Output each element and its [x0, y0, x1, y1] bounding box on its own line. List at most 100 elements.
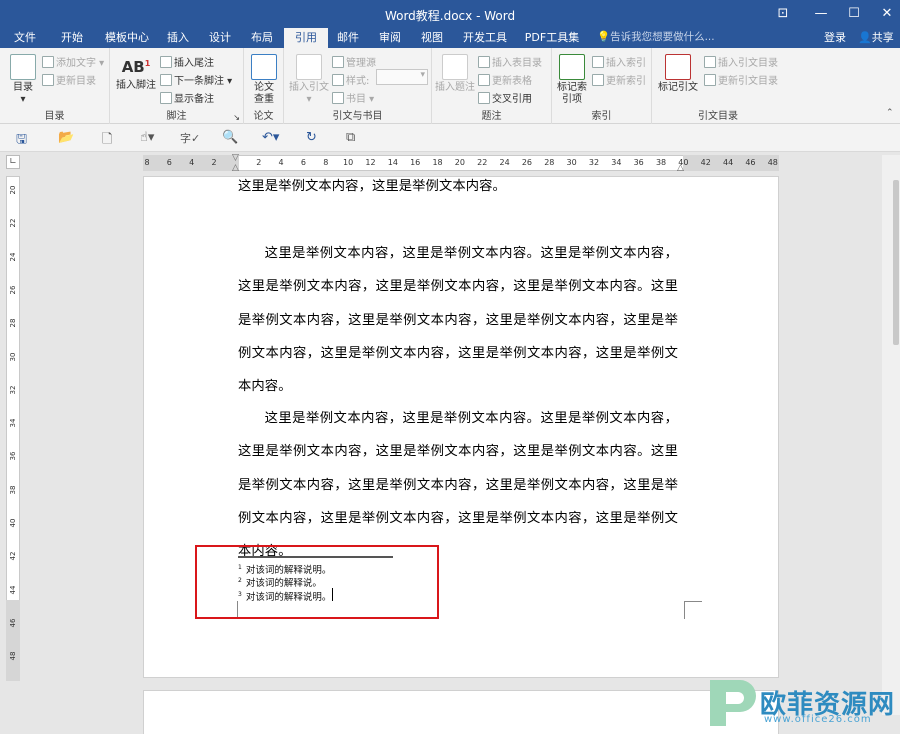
horizontal-ruler-ticks: 8 6 4 2 2 4 6 8 10 12 14 16 18 20 22 24 26 28 30 32 34 36 38 40…	[0, 155, 900, 171]
style-icon	[332, 74, 344, 86]
insert-index-button[interactable]: 插入索引	[592, 54, 646, 69]
tab-view[interactable]: 视图	[414, 28, 450, 48]
vertical-ruler-tick-label: 46	[9, 618, 17, 628]
tab-review[interactable]: 审阅	[372, 28, 408, 48]
vertical-ruler-tick-label: 36	[9, 451, 17, 461]
paragraph-2[interactable]: 这里是举例文本内容，这里是举例文本内容。这里是举例文本内容，这里是举例文本内容，…	[238, 402, 678, 568]
insert-citation-button[interactable]: 插入引文 ▾	[288, 54, 330, 106]
minimize-button[interactable]: —	[810, 4, 832, 24]
insert-caption-button[interactable]: 插入题注	[434, 54, 476, 94]
update-toc-button[interactable]: 更新目录	[42, 72, 96, 87]
cross-reference-button[interactable]: 交叉引用	[478, 90, 532, 105]
paragraph-1[interactable]: 这里是举例文本内容，这里是举例文本内容。这里是举例文本内容，这里是举例文本内容，…	[238, 237, 678, 403]
open-folder-icon[interactable]: 📂	[58, 130, 74, 145]
update-toa-button[interactable]: 更新引文目录	[704, 72, 778, 87]
vertical-ruler-tick-label: 48	[9, 651, 17, 661]
mark-entry-button[interactable]: 标记索引项	[554, 54, 590, 106]
ribbon-display-options-icon[interactable]: ⊡	[772, 4, 794, 24]
mark-citation-button[interactable]: 标记引文	[656, 54, 700, 94]
tab-layout[interactable]: 布局	[244, 28, 280, 48]
research-group-label: 论文	[253, 111, 274, 122]
ruler-tick-label: 48	[767, 158, 778, 167]
tab-developer[interactable]: 开发工具	[458, 28, 512, 48]
print-preview-icon[interactable]: 🔍	[222, 130, 238, 145]
vertical-ruler-tick-label: 22	[9, 218, 17, 228]
vertical-ruler-tick-label: 34	[9, 418, 17, 428]
login-link[interactable]: 登录	[824, 28, 846, 48]
tab-mailings[interactable]: 邮件	[330, 28, 366, 48]
first-line-indent-marker[interactable]: ▽	[232, 153, 239, 163]
tab-design[interactable]: 设计	[202, 28, 238, 48]
insert-endnote-label: 插入尾注	[174, 58, 214, 69]
ruler-tick-label: 30	[566, 158, 577, 167]
spelling-check-icon[interactable]: 字✓	[180, 130, 200, 146]
tell-me-search[interactable]: 💡告诉我您想要做什么...	[597, 28, 715, 48]
share-label: 共享	[871, 31, 894, 44]
cross-reference-icon	[478, 92, 490, 104]
update-index-button[interactable]: 更新索引	[592, 72, 646, 87]
new-document-icon[interactable]: 🗋	[102, 130, 112, 152]
next-footnote-button[interactable]: 下一条脚注 ▾	[160, 72, 232, 87]
tab-insert[interactable]: 插入	[160, 28, 196, 48]
vertical-ruler-tick-label: 42	[9, 551, 17, 561]
cross-reference-label: 交叉引用	[492, 94, 532, 105]
ruler-tick-label: 12	[365, 158, 376, 167]
table-of-figures-icon	[478, 56, 490, 68]
manage-sources-button[interactable]: 管理源	[332, 54, 376, 69]
ruler-tick-label: 46	[745, 158, 756, 167]
magnifier-document-icon	[251, 54, 277, 80]
ruler-tick-label: 24	[499, 158, 510, 167]
add-text-button[interactable]: 添加文字 ▾	[42, 54, 104, 69]
touch-mode-icon[interactable]: ☝▾	[140, 130, 154, 145]
ribbon-tab-bar: 文件 开始 模板中心 插入 设计 布局 引用 邮件 审阅 视图 开发工具 PDF…	[0, 28, 900, 49]
tab-pdf-tools[interactable]: PDF工具集	[520, 28, 584, 48]
toc-group: 目录 ▾ 添加文字 ▾ 更新目录 目录	[0, 48, 110, 124]
insert-endnote-button[interactable]: 插入尾注	[160, 54, 214, 69]
footnotes-group-label: 脚注	[166, 111, 187, 122]
paper-check-button[interactable]: 论文查重	[248, 54, 280, 106]
manage-sources-icon	[332, 56, 344, 68]
insert-table-of-figures-label: 插入表目录	[492, 58, 542, 69]
toc-button[interactable]: 目录 ▾	[6, 54, 40, 106]
toa-group: 标记引文 插入引文目录 更新引文目录 引文目录	[652, 48, 784, 124]
insert-toa-button[interactable]: 插入引文目录	[704, 54, 778, 69]
tab-file[interactable]: 文件	[6, 28, 44, 48]
redo-icon[interactable]: ↻	[306, 130, 317, 145]
undo-icon[interactable]: ↶▾	[262, 130, 279, 145]
tab-references[interactable]: 引用	[284, 28, 328, 49]
scrollbar-thumb[interactable]	[893, 180, 899, 345]
save-icon[interactable]: 🖫	[16, 130, 27, 152]
captions-group: 插入题注 插入表目录 更新表格 交叉引用 题注	[432, 48, 552, 124]
screenshot-icon[interactable]: ⧉	[346, 130, 355, 145]
tell-me-text: 告诉我您想要做什么...	[610, 31, 715, 43]
citation-style-select[interactable]: ▾	[376, 69, 428, 85]
add-text-icon	[42, 56, 54, 68]
collapse-ribbon-icon[interactable]: ⌃	[886, 108, 894, 118]
bibliography-button[interactable]: 书目 ▾	[332, 90, 374, 105]
paper-check-label: 论文查重	[254, 82, 274, 105]
footnote-dialog-launcher-icon[interactable]: ↘	[233, 113, 240, 122]
close-button[interactable]: ✕	[876, 4, 898, 24]
insert-toa-label: 插入引文目录	[718, 58, 778, 69]
show-notes-button[interactable]: 显示备注	[160, 90, 214, 105]
share-button[interactable]: 👤共享	[858, 28, 894, 48]
ruler-tick-label: 8	[323, 158, 329, 167]
footnote-ab-icon: AB1	[121, 58, 151, 76]
tab-home[interactable]: 开始	[52, 28, 92, 48]
insert-index-label: 插入索引	[606, 58, 646, 69]
insert-table-of-figures-button[interactable]: 插入表目录	[478, 54, 542, 69]
right-indent-marker[interactable]: △	[677, 163, 684, 173]
vertical-ruler-tick-label: 30	[9, 352, 17, 361]
maximize-button[interactable]: ☐	[843, 4, 865, 24]
update-toa-icon	[704, 74, 716, 86]
ruler-tick-label: 16	[410, 158, 421, 167]
insert-footnote-button[interactable]: AB1 插入脚注	[114, 58, 158, 92]
toc-icon	[10, 54, 36, 80]
next-footnote-label: 下一条脚注	[174, 76, 224, 87]
tab-templates[interactable]: 模板中心	[98, 28, 156, 48]
ruler-tick-label: 20	[454, 158, 465, 167]
toc-group-label: 目录	[44, 111, 65, 122]
update-table-button[interactable]: 更新表格	[478, 72, 532, 87]
paragraph-0[interactable]: 这里是举例文本内容，这里是举例文本内容。	[238, 170, 678, 203]
document-page-next[interactable]	[143, 690, 779, 734]
